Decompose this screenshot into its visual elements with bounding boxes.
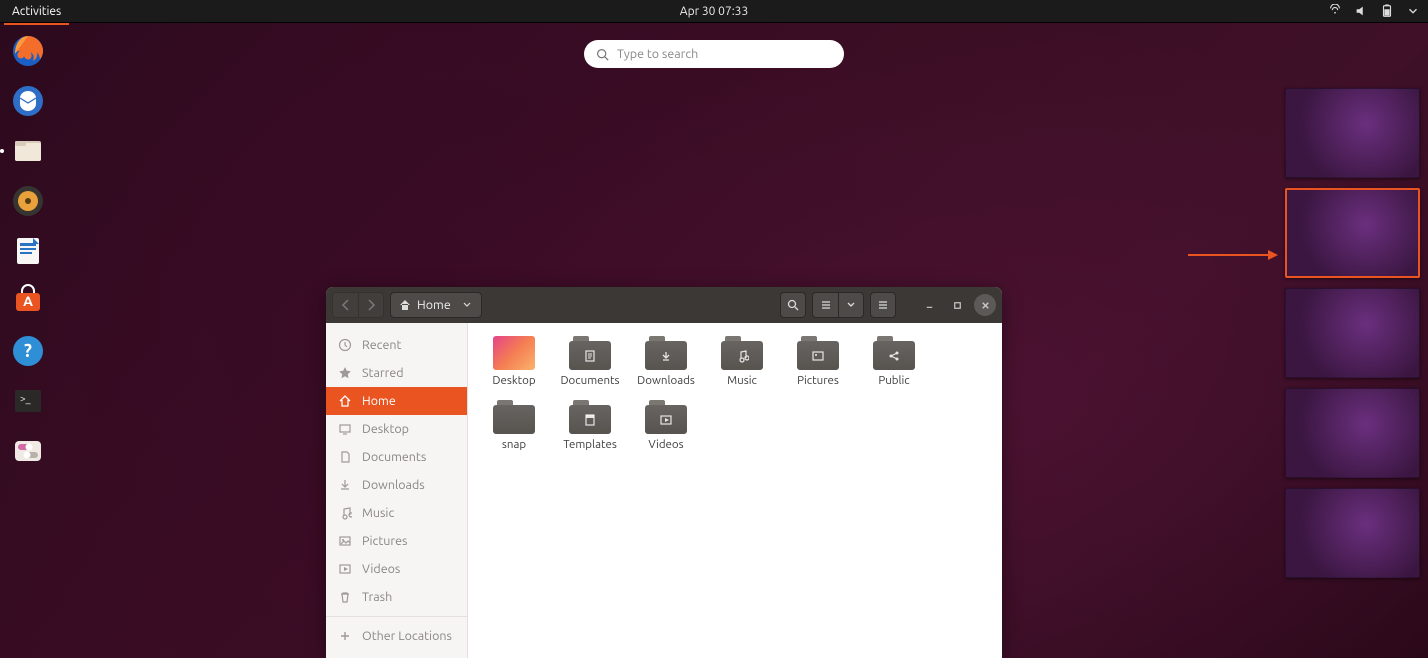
folder-label: Videos	[648, 438, 683, 451]
folder-label: Downloads	[637, 374, 695, 387]
workspace-2[interactable]	[1285, 188, 1420, 278]
svg-text:?: ?	[24, 341, 32, 361]
hamburger-menu-button[interactable]	[870, 292, 896, 318]
workspace-3[interactable]	[1285, 288, 1420, 378]
files-headerbar: Home	[326, 287, 1002, 323]
folder-icon	[493, 336, 535, 370]
sidebar-pictures[interactable]: Pictures	[326, 527, 467, 555]
chevron-down-icon	[1406, 4, 1420, 18]
folder-label: Templates	[563, 438, 617, 451]
top-panel: Activities Apr 30 07:33	[0, 0, 1428, 23]
folder-icon	[645, 400, 687, 434]
dock-settings[interactable]	[10, 433, 46, 469]
sidebar-other-locations[interactable]: Other Locations	[326, 622, 467, 650]
folder-icon	[873, 336, 915, 370]
folder-label: Pictures	[797, 374, 839, 387]
search-icon	[596, 48, 609, 61]
folder-label: snap	[502, 438, 526, 451]
search-button[interactable]	[780, 292, 806, 318]
folder-icon	[797, 336, 839, 370]
chevron-down-icon	[461, 299, 473, 311]
folder-label: Desktop	[492, 374, 535, 387]
dock: A ? >_	[0, 23, 55, 658]
view-options-button[interactable]	[838, 292, 864, 318]
sidebar-music[interactable]: Music	[326, 499, 467, 527]
files-window: Home Recent Starred Home Desktop Documen…	[326, 287, 1002, 658]
dock-thunderbird[interactable]	[10, 83, 46, 119]
files-sidebar: Recent Starred Home Desktop Documents Do…	[326, 323, 468, 658]
status-tray[interactable]	[1328, 4, 1420, 18]
dock-software[interactable]: A	[10, 283, 46, 319]
folder-snap[interactable]: snap	[476, 397, 552, 459]
folder-label: Public	[878, 374, 909, 387]
annotation-arrow	[1188, 247, 1278, 267]
sidebar-recent[interactable]: Recent	[326, 331, 467, 359]
folder-templates[interactable]: Templates	[552, 397, 628, 459]
window-minimize-button[interactable]	[918, 294, 940, 316]
dock-terminal[interactable]: >_	[10, 383, 46, 419]
folder-icon	[493, 400, 535, 434]
svg-text:A: A	[23, 293, 33, 309]
workspace-4[interactable]	[1285, 388, 1420, 478]
folder-desktop[interactable]: Desktop	[476, 333, 552, 395]
volume-icon	[1354, 4, 1368, 18]
window-maximize-button[interactable]	[946, 294, 968, 316]
folder-pictures[interactable]: Pictures	[780, 333, 856, 395]
folder-icon	[569, 400, 611, 434]
workspace-5[interactable]	[1285, 488, 1420, 578]
folder-videos[interactable]: Videos	[628, 397, 704, 459]
dock-libreoffice-writer[interactable]	[10, 233, 46, 269]
svg-text:>_: >_	[20, 393, 31, 404]
folder-icon	[569, 336, 611, 370]
sidebar-downloads[interactable]: Downloads	[326, 471, 467, 499]
dock-firefox[interactable]	[10, 33, 46, 69]
folder-icon	[721, 336, 763, 370]
sidebar-starred[interactable]: Starred	[326, 359, 467, 387]
workspace-1[interactable]	[1285, 88, 1420, 178]
sidebar-trash[interactable]: Trash	[326, 583, 467, 611]
overview-search[interactable]	[584, 40, 844, 68]
activities-button[interactable]: Activities	[8, 3, 65, 20]
panel-clock[interactable]: Apr 30 07:33	[680, 5, 748, 18]
dock-rhythmbox[interactable]	[10, 183, 46, 219]
window-close-button[interactable]	[974, 294, 996, 316]
sidebar-home[interactable]: Home	[326, 387, 467, 415]
view-list-button[interactable]	[812, 292, 838, 318]
folder-label: Music	[727, 374, 757, 387]
battery-icon	[1380, 4, 1394, 18]
sidebar-documents[interactable]: Documents	[326, 443, 467, 471]
folder-documents[interactable]: Documents	[552, 333, 628, 395]
folder-label: Documents	[560, 374, 619, 387]
files-icon-view[interactable]: Desktop Documents Downloads Music Pictures Pu…	[468, 323, 1002, 658]
path-label: Home	[417, 298, 451, 312]
sidebar-desktop[interactable]: Desktop	[326, 415, 467, 443]
network-icon	[1328, 4, 1342, 18]
nav-forward-button[interactable]	[358, 292, 384, 318]
dock-help[interactable]: ?	[10, 333, 46, 369]
folder-music[interactable]: Music	[704, 333, 780, 395]
sidebar-videos[interactable]: Videos	[326, 555, 467, 583]
workspace-switcher	[1285, 88, 1420, 578]
home-icon	[399, 299, 411, 311]
path-bar[interactable]: Home	[390, 292, 482, 318]
folder-public[interactable]: Public	[856, 333, 932, 395]
folder-downloads[interactable]: Downloads	[628, 333, 704, 395]
nav-back-button[interactable]	[332, 292, 358, 318]
folder-icon	[645, 336, 687, 370]
dock-files[interactable]	[10, 133, 46, 169]
search-input[interactable]	[617, 47, 832, 61]
